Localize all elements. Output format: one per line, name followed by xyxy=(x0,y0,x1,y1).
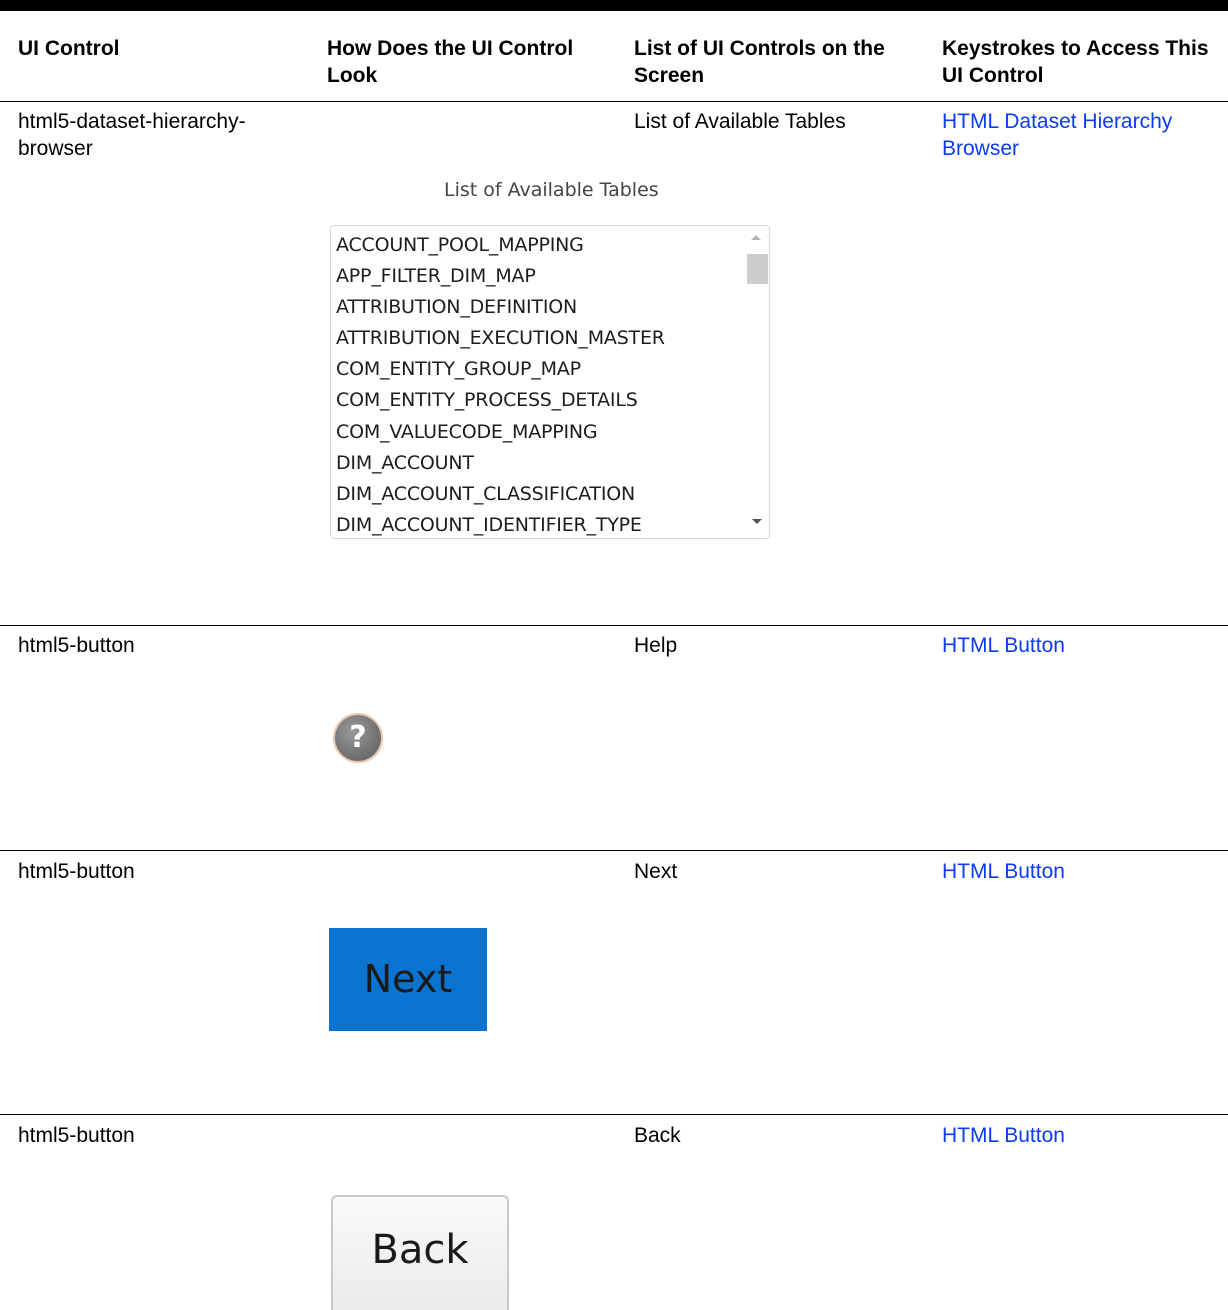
listbox-caption: List of Available Tables xyxy=(444,179,659,201)
list-item[interactable]: ATTRIBUTION_EXECUTION_MASTER xyxy=(336,323,665,354)
row-2-list-name: Help xyxy=(634,634,678,657)
back-button[interactable]: Back xyxy=(331,1195,509,1310)
header-look: How Does the UI Control Look xyxy=(327,37,574,87)
scroll-up-arrow-icon[interactable] xyxy=(751,235,761,240)
help-icon[interactable]: ? xyxy=(335,715,381,761)
row-2-keystrokes-link[interactable]: HTML Button xyxy=(942,632,1222,659)
top-rule xyxy=(0,0,1228,11)
list-item[interactable]: ACCOUNT_POOL_MAPPING xyxy=(336,230,665,261)
row-1-ui-control: html5-dataset-hierarchy-browser xyxy=(18,110,246,160)
list-item[interactable]: COM_ENTITY_GROUP_MAP xyxy=(336,354,665,385)
scroll-thumb[interactable] xyxy=(747,254,768,284)
list-item[interactable]: DIM_ACCOUNT_IDENTIFIER_TYPE xyxy=(336,510,665,541)
row-2-ui-control: html5-button xyxy=(18,634,135,657)
list-item[interactable]: DIM_ACCOUNT xyxy=(336,448,665,479)
vertical-scrollbar[interactable] xyxy=(744,227,768,537)
row-3-list-name: Next xyxy=(634,860,678,883)
header-list: List of UI Controls on the Screen xyxy=(634,37,885,87)
header-rule xyxy=(0,101,1228,102)
row-rule xyxy=(0,850,1228,851)
header-keystrokes: Keystrokes to Access This UI Control xyxy=(942,37,1209,87)
list-item[interactable]: APP_FILTER_DIM_MAP xyxy=(336,261,665,292)
list-item[interactable]: COM_VALUECODE_MAPPING xyxy=(336,417,665,448)
list-item[interactable]: DIM_ACCOUNT_CLASSIFICATION xyxy=(336,479,665,510)
row-4-list-name: Back xyxy=(634,1124,681,1147)
row-3-keystrokes-link[interactable]: HTML Button xyxy=(942,858,1222,885)
row-rule xyxy=(0,625,1228,626)
list-item[interactable]: ATTRIBUTION_DEFINITION xyxy=(336,292,665,323)
row-1-keystrokes-link[interactable]: HTML Dataset Hierarchy Browser xyxy=(942,108,1222,162)
row-rule xyxy=(0,1114,1228,1115)
next-button[interactable]: Next xyxy=(329,928,487,1031)
row-1-list-name: List of Available Tables xyxy=(634,110,846,133)
listbox-items: ACCOUNT_POOL_MAPPING APP_FILTER_DIM_MAP … xyxy=(336,230,665,541)
scroll-down-arrow-icon[interactable] xyxy=(752,519,762,524)
list-item[interactable]: COM_ENTITY_PROCESS_DETAILS xyxy=(336,385,665,416)
available-tables-listbox[interactable]: ACCOUNT_POOL_MAPPING APP_FILTER_DIM_MAP … xyxy=(330,225,770,539)
row-4-keystrokes-link[interactable]: HTML Button xyxy=(942,1122,1222,1149)
row-3-ui-control: html5-button xyxy=(18,860,135,883)
header-ui-control: UI Control xyxy=(18,37,120,60)
row-4-ui-control: html5-button xyxy=(18,1124,135,1147)
